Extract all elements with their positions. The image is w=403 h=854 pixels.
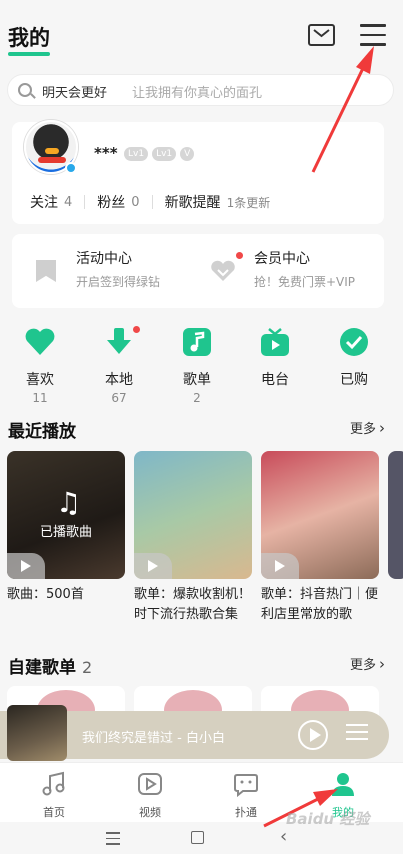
recent-tile[interactable]: ♫ 已播歌曲 — [7, 451, 125, 579]
download-icon — [107, 328, 131, 354]
activity-sub: 开启签到得绿钻 — [76, 275, 161, 289]
search-icon — [18, 83, 32, 97]
tv-icon — [261, 328, 289, 356]
back-icon[interactable]: ‹ — [280, 828, 287, 846]
header: 我的 — [0, 0, 403, 68]
quick-label: 已购 — [340, 372, 368, 388]
recent-more-link[interactable]: 更多 — [350, 418, 385, 437]
chat-face-icon — [234, 774, 258, 798]
play-icon[interactable] — [261, 553, 299, 579]
play-button[interactable] — [298, 720, 328, 750]
quick-count: 11 — [32, 391, 48, 405]
music-note-icon: ♫ — [56, 486, 82, 519]
divider — [84, 195, 86, 209]
tile-caption: 歌单：爆款收割机！时下流行热歌合集 — [134, 587, 252, 622]
recent-tile-partial[interactable] — [388, 451, 403, 579]
activity-title: 活动中心 — [76, 251, 132, 267]
new-songs-note: 1条更新 — [226, 195, 271, 210]
level-badge: Lv1 — [124, 147, 149, 161]
playlist-icon[interactable] — [346, 724, 368, 746]
recent-tile[interactable] — [261, 451, 379, 579]
quick-label: 电台 — [261, 372, 289, 388]
divider — [151, 195, 153, 209]
stat-value: 4 — [64, 194, 73, 210]
heart-icon — [25, 328, 55, 355]
avatar-badge-icon — [65, 162, 77, 174]
play-icon[interactable] — [134, 553, 172, 579]
profile-stats: 关注 4 粉丝 0 新歌提醒 1条更新 — [30, 192, 270, 212]
member-sub: 抢！免费门票+VIP — [254, 275, 356, 289]
check-circle-icon — [340, 328, 368, 356]
watermark: Baidu 经验 — [286, 810, 370, 828]
tab-home[interactable]: 首页 — [24, 771, 84, 820]
quick-count: 67 — [111, 391, 127, 405]
stat-following[interactable]: 关注 4 — [30, 192, 72, 212]
member-center[interactable]: 会员中心 抢！免费门票+VIP — [254, 248, 355, 290]
stat-label: 粉丝 — [97, 195, 126, 211]
avatar-scarf — [38, 157, 66, 163]
tab-label: 扑通 — [235, 806, 257, 819]
quick-playlist[interactable]: 歌单 2 — [167, 326, 227, 405]
page-title: 我的 — [8, 26, 50, 50]
tab-label: 首页 — [43, 806, 65, 819]
quick-label: 歌单 — [183, 372, 211, 388]
player-track-title: 我们终究是错过 - 白小白 — [82, 731, 225, 746]
search-text: 明天会更好 — [42, 86, 108, 101]
player-album-art[interactable] — [7, 705, 67, 761]
quick-count: 2 — [193, 391, 201, 405]
home-icon[interactable] — [191, 831, 204, 844]
tile-caption: 歌单：抖音热门｜便利店里常放的歌 — [261, 587, 379, 622]
playlists-more-link[interactable]: 更多 — [350, 654, 385, 673]
stat-value: 0 — [131, 194, 140, 210]
activity-center[interactable]: 活动中心 开启签到得绿钻 — [76, 248, 160, 290]
search-input[interactable]: 明天会更好 让我拥有你真心的面孔 — [7, 74, 394, 106]
playlists-title-text: 自建歌单 — [8, 658, 76, 678]
music-note-icon — [42, 771, 65, 796]
avatar-beak — [45, 148, 59, 154]
play-icon[interactable] — [7, 553, 45, 579]
search-hint: 让我拥有你真心的面孔 — [132, 86, 263, 101]
quick-like[interactable]: 喜欢 11 — [10, 326, 70, 405]
vip-badge-icon: V — [180, 147, 195, 161]
profile-card[interactable]: *** Lv1 Lv1 V 关注 4 粉丝 0 新歌提醒 1条更新 — [12, 120, 384, 224]
menu-icon[interactable] — [360, 24, 386, 46]
quick-label: 本地 — [105, 372, 133, 388]
new-songs-label: 新歌提醒 — [164, 195, 221, 211]
stat-label: 关注 — [30, 195, 58, 211]
tab-video[interactable]: 视频 — [120, 771, 180, 820]
bookmark-icon — [36, 260, 56, 282]
tab-label: 视频 — [139, 806, 161, 819]
quick-purchased[interactable]: 已购 — [324, 326, 384, 389]
tile-overlay: 已播歌曲 — [39, 525, 92, 540]
level-badge: Lv1 — [152, 147, 177, 161]
mail-icon[interactable] — [308, 24, 335, 46]
playlists-title: 自建歌单 2 — [8, 653, 92, 678]
notification-dot — [236, 252, 243, 259]
playlists-count: 2 — [82, 658, 93, 677]
new-songs-alert[interactable]: 新歌提醒 1条更新 — [165, 192, 271, 212]
video-icon — [138, 773, 162, 795]
member-title: 会员中心 — [254, 251, 310, 267]
notification-dot — [133, 326, 140, 333]
quick-label: 喜欢 — [26, 372, 54, 388]
tile-caption: 歌曲：500首 — [7, 587, 84, 602]
quick-local[interactable]: 本地 67 — [89, 326, 149, 405]
recent-title: 最近播放 — [8, 422, 76, 442]
member-heart-icon — [211, 260, 235, 281]
level-badges: Lv1 Lv1 V — [124, 147, 195, 161]
recent-tile[interactable] — [134, 451, 252, 579]
music-note-icon — [183, 328, 211, 356]
stat-followers[interactable]: 粉丝 0 — [97, 192, 139, 212]
tab-putong[interactable]: 扑通 — [216, 771, 276, 820]
recents-icon[interactable] — [106, 832, 120, 849]
user-icon — [332, 773, 354, 796]
title-underline — [8, 52, 50, 56]
activity-card: 活动中心 开启签到得绿钻 会员中心 抢！免费门票+VIP — [12, 234, 384, 308]
quick-radio[interactable]: 电台 — [245, 326, 305, 389]
username: *** — [94, 144, 118, 162]
